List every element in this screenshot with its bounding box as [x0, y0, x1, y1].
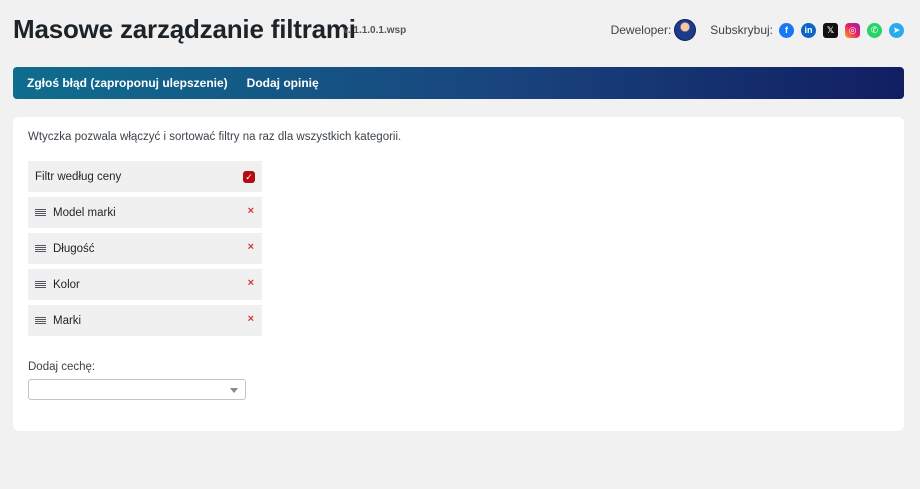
- chevron-down-icon: [230, 388, 238, 393]
- report-bug-link[interactable]: Zgłoś błąd (zaproponuj ulepszenie): [27, 76, 228, 90]
- page-title: Masowe zarządzanie filtrami: [13, 14, 356, 44]
- action-bar: Zgłoś błąd (zaproponuj ulepszenie) Dodaj…: [13, 67, 904, 99]
- price-filter-row: Filtr według ceny ✓: [28, 161, 262, 192]
- filter-label: Model marki: [53, 206, 116, 219]
- filter-row[interactable]: Kolor ×: [28, 269, 262, 300]
- version-label: v. 1.1.0.1.wsp: [343, 25, 407, 36]
- drag-handle-icon[interactable]: [35, 316, 46, 325]
- telegram-icon[interactable]: ➤: [889, 22, 904, 38]
- drag-handle-icon[interactable]: [35, 244, 46, 253]
- filter-label: Marki: [53, 314, 82, 327]
- filter-label: Długość: [53, 242, 95, 255]
- facebook-icon[interactable]: f: [779, 22, 794, 38]
- plugin-description: Wtyczka pozwala włączyć i sortować filtr…: [28, 131, 402, 143]
- drag-handle-icon[interactable]: [35, 280, 46, 289]
- remove-filter-icon[interactable]: ×: [248, 313, 254, 325]
- subscribe-label: Subskrybuj:: [710, 23, 773, 37]
- developer-label: Deweloper:: [610, 23, 672, 37]
- price-filter-label: Filtr według ceny: [35, 170, 122, 183]
- main-panel: Wtyczka pozwala włączyć i sortować filtr…: [13, 117, 904, 431]
- page-header: Masowe zarządzanie filtrami v. 1.1.0.1.w…: [13, 14, 904, 48]
- whatsapp-icon[interactable]: ✆: [867, 22, 882, 38]
- remove-filter-icon[interactable]: ×: [248, 241, 254, 253]
- developer-avatar[interactable]: [674, 19, 697, 41]
- header-links: Deweloper: Subskrybuj: f in 𝕏 ◎ ✆ ➤: [611, 18, 904, 42]
- remove-filter-icon[interactable]: ×: [248, 205, 254, 217]
- x-twitter-icon[interactable]: 𝕏: [823, 22, 838, 38]
- drag-handle-icon[interactable]: [35, 208, 46, 217]
- filter-row[interactable]: Marki ×: [28, 305, 262, 336]
- remove-filter-icon[interactable]: ×: [248, 277, 254, 289]
- add-attribute-label: Dodaj cechę:: [28, 361, 96, 373]
- add-attribute-select[interactable]: [28, 379, 246, 400]
- linkedin-icon[interactable]: in: [801, 22, 816, 38]
- add-review-link[interactable]: Dodaj opinię: [247, 76, 319, 90]
- filter-row[interactable]: Długość ×: [28, 233, 262, 264]
- price-filter-checkbox[interactable]: ✓: [243, 171, 255, 183]
- instagram-icon[interactable]: ◎: [845, 22, 860, 38]
- filter-row[interactable]: Model marki ×: [28, 197, 262, 228]
- filter-label: Kolor: [53, 278, 80, 291]
